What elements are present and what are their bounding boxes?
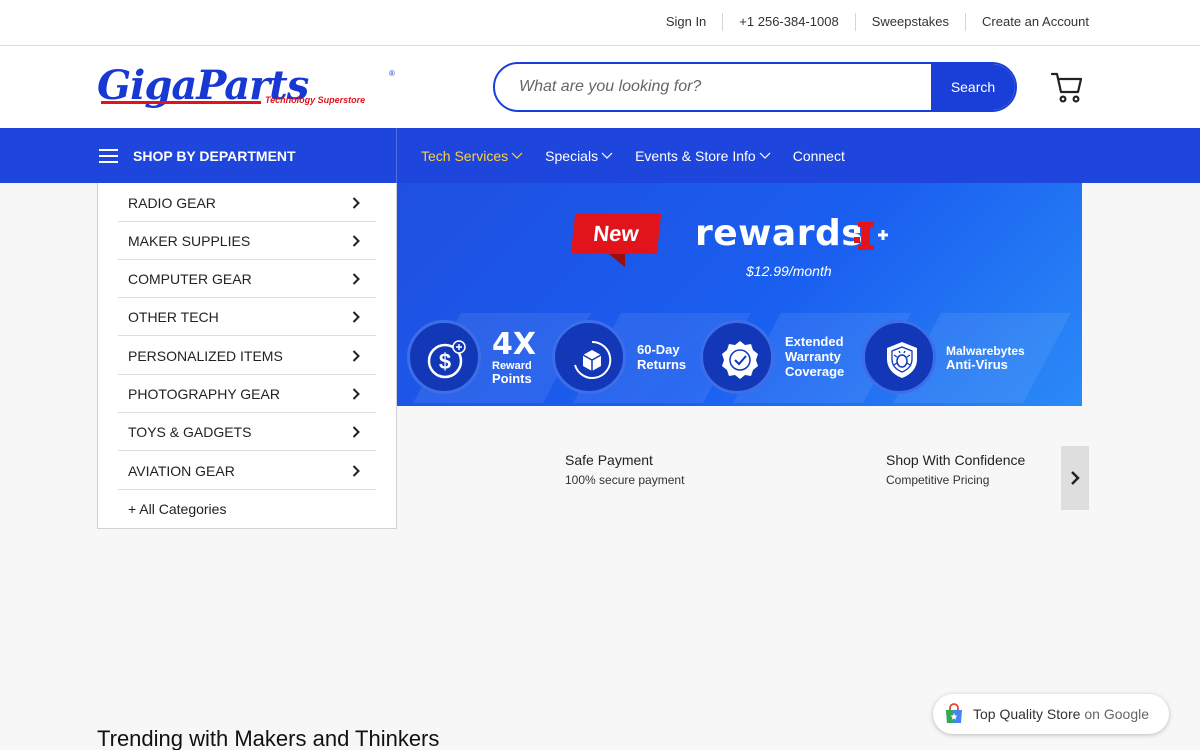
department-label: SHOP BY DEPARTMENT [133,147,296,164]
trending-heading: Trending with Makers and Thinkers [97,726,440,750]
safe-payment-badge: Safe Payment 100% secure payment [565,452,684,487]
reward-points-label-2: Points [492,371,532,386]
antivirus-label-2: Anti-Virus [946,357,1008,372]
chevron-down-icon [511,152,523,159]
antivirus-badge [862,320,936,394]
shield-bug-icon [887,342,917,378]
create-account-link[interactable]: Create an Account [965,13,1100,31]
nav-specials-label: Specials [545,147,599,164]
chevron-right-icon [1071,471,1080,485]
sign-in-link[interactable]: Sign In [650,13,722,31]
dept-other-tech[interactable]: OTHER TECH [118,298,376,336]
search-bar: Search [493,62,1017,112]
dept-aviation-gear[interactable]: AVIATION GEAR [118,452,376,490]
chevron-down-icon [759,152,771,159]
nav-tech-services[interactable]: Tech Services [421,148,523,164]
chevron-right-icon [352,310,360,323]
chevron-down-icon [601,152,613,159]
dept-maker-supplies[interactable]: MAKER SUPPLIES [118,222,376,260]
search-input[interactable] [495,64,931,110]
logo-tagline: Technology Superstore [265,95,366,105]
shop-confidence-badge: Shop With Confidence Competitive Pricing [886,452,1025,487]
chevron-right-icon [352,387,360,400]
svg-text:$: $ [439,349,451,374]
rewards-banner[interactable]: New rewards $12.99/month $ 4X Reward Poi… [397,183,1082,406]
phone-link[interactable]: +1 256-384-1008 [722,13,854,31]
chevron-right-icon [352,349,360,362]
dept-label: MAKER SUPPLIES [128,232,251,249]
sweepstakes-link[interactable]: Sweepstakes [854,13,965,31]
reward-points-badge: $ [407,320,481,394]
new-tag: New [570,214,662,254]
search-button[interactable]: Search [931,64,1015,110]
chevron-right-icon [352,272,360,285]
return-box-icon [574,340,612,379]
nav-specials[interactable]: Specials [545,148,613,164]
main-nav: SHOP BY DEPARTMENT Tech Services Special… [0,128,1200,183]
gigaparts-logo[interactable]: GigaParts Technology Superstore ® [97,66,397,108]
nav-connect-label: Connect [792,147,845,164]
warranty-label-2: Warranty [785,349,841,364]
chevron-right-icon [352,196,360,209]
all-categories-label: + All Categories [128,501,227,517]
dept-label: COMPUTER GEAR [128,270,252,287]
warranty-label-1: Extended [785,334,844,349]
dept-label: PERSONALIZED ITEMS [128,347,283,364]
warranty-label-3: Coverage [785,364,845,379]
cart-icon[interactable] [1050,70,1083,104]
warranty-seal-icon [722,341,758,379]
dept-label: OTHER TECH [128,308,219,325]
dept-personalized-items[interactable]: PERSONALIZED ITEMS [118,337,376,375]
warranty-badge [700,320,774,394]
rewards-title: rewards [695,213,864,254]
reward-multiplier: 4X [492,327,537,362]
rewards-price: $12.99/month [746,263,832,279]
google-badge-main: Top Quality Store [973,706,1081,722]
shop-confidence-subtitle: Competitive Pricing [886,473,990,487]
carousel-next-button[interactable] [1061,446,1089,510]
safe-payment-title: Safe Payment [565,452,653,468]
rewards-plus-logo-icon [854,222,888,250]
nav-events-label: Events & Store Info [635,147,756,164]
dept-radio-gear[interactable]: RADIO GEAR [118,184,376,222]
dept-photography-gear[interactable]: PHOTOGRAPHY GEAR [118,375,376,413]
returns-label-1: 60-Day [637,342,680,357]
returns-label-2: Returns [637,357,687,372]
all-categories-link[interactable]: + All Categories [118,490,376,528]
shop-confidence-title: Shop With Confidence [886,452,1026,468]
dept-computer-gear[interactable]: COMPUTER GEAR [118,260,376,298]
google-badge-suffix: on Google [1084,706,1149,722]
dept-label: PHOTOGRAPHY GEAR [128,385,280,402]
site-header: GigaParts Technology Superstore ® Search [0,46,1200,128]
google-shopping-bag-icon [946,703,962,723]
chevron-right-icon [352,425,360,438]
nav-connect[interactable]: Connect [793,148,845,164]
nav-menu: Tech Services Specials Events & Store In… [421,128,867,183]
dollar-plus-icon: $ [427,340,466,379]
dept-toys-gadgets[interactable]: TOYS & GADGETS [118,413,376,451]
google-quality-badge[interactable]: Top Quality Store on Google [933,694,1169,734]
dept-label: TOYS & GADGETS [128,423,252,440]
utility-links: Sign In +1 256-384-1008 Sweepstakes Crea… [650,0,1100,44]
nav-tech-services-label: Tech Services [421,147,509,164]
logo-underline [101,101,261,104]
chevron-right-icon [352,234,360,247]
shop-by-department-button[interactable]: SHOP BY DEPARTMENT [0,128,397,183]
dept-label: RADIO GEAR [128,194,216,211]
chevron-right-icon [352,464,360,477]
registered-mark-icon: ® [389,69,395,78]
safe-payment-subtitle: 100% secure payment [565,473,685,487]
nav-events-store-info[interactable]: Events & Store Info [635,148,771,164]
department-list: RADIO GEAR MAKER SUPPLIES COMPUTER GEAR … [97,183,397,529]
dept-label: AVIATION GEAR [128,462,235,479]
hamburger-icon [99,148,119,163]
utility-bar: Sign In +1 256-384-1008 Sweepstakes Crea… [0,0,1200,46]
returns-badge [552,320,626,394]
